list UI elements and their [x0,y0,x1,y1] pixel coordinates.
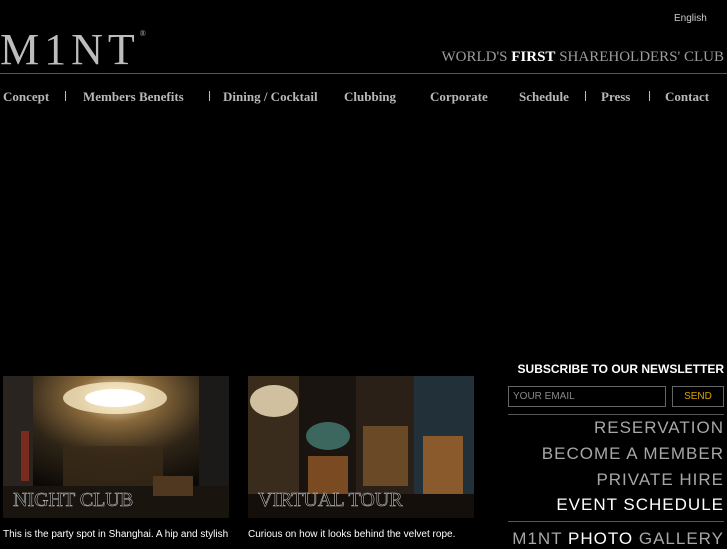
newsletter-title: SUBSCRIBE TO OUR NEWSLETTER [517,362,724,376]
tagline-post: SHAREHOLDERS' CLUB [559,49,724,65]
night-club-tile[interactable]: NIGHT CLUB [3,376,229,518]
gallery-post: GALLERY [638,529,724,548]
virtual-tour-label: VIRTUAL TOUR [258,489,403,512]
virtual-tour-tile[interactable]: VIRTUAL TOUR [248,376,474,518]
gallery-pre: M1NT [512,529,563,548]
nav-item-press[interactable]: Press [601,89,630,105]
tagline-pre: WORLD'S [441,49,508,65]
nav-separator [585,91,586,101]
side-divider [508,521,724,522]
side-divider [508,414,724,415]
nav-item-concept[interactable]: Concept [3,89,49,105]
nav-item-members-benefits[interactable]: Members Benefits [83,89,184,105]
private-hire-link[interactable]: PRIVATE HIRE [596,470,724,490]
become-member-link[interactable]: BECOME A MEMBER [542,444,724,464]
photo-gallery-link[interactable]: M1NT PHOTO GALLERY [512,529,724,549]
logo-text: M1NT [0,25,140,74]
event-schedule-link[interactable]: EVENT SCHEDULE [556,495,724,515]
night-club-caption: This is the party spot in Shanghai. A hi… [3,529,229,540]
reservation-link[interactable]: RESERVATION [594,418,724,438]
gallery-highlight: PHOTO [568,529,634,548]
night-club-label: NIGHT CLUB [13,489,134,512]
header-divider [0,73,727,74]
language-link[interactable]: English [674,13,707,24]
virtual-tour-caption: Curious on how it looks behind the velve… [248,529,456,540]
site-logo[interactable]: M1NT® [0,28,146,72]
nav-item-clubbing[interactable]: Clubbing [344,89,396,105]
newsletter-send-button[interactable]: SEND [672,386,724,407]
nav-item-corporate[interactable]: Corporate [430,89,488,105]
main-nav: Concept Members Benefits Dining / Cockta… [0,89,727,107]
newsletter-email-input[interactable] [508,386,666,407]
tagline-highlight: FIRST [511,49,556,65]
tagline: WORLD'S FIRST SHAREHOLDERS' CLUB [441,49,724,66]
nav-item-dining-cocktail[interactable]: Dining / Cocktail [223,89,318,105]
nav-item-contact[interactable]: Contact [665,89,709,105]
registered-mark: ® [139,29,146,38]
nav-separator [209,91,210,101]
nav-separator [65,91,66,101]
nav-item-schedule[interactable]: Schedule [519,89,569,105]
nav-separator [649,91,650,101]
